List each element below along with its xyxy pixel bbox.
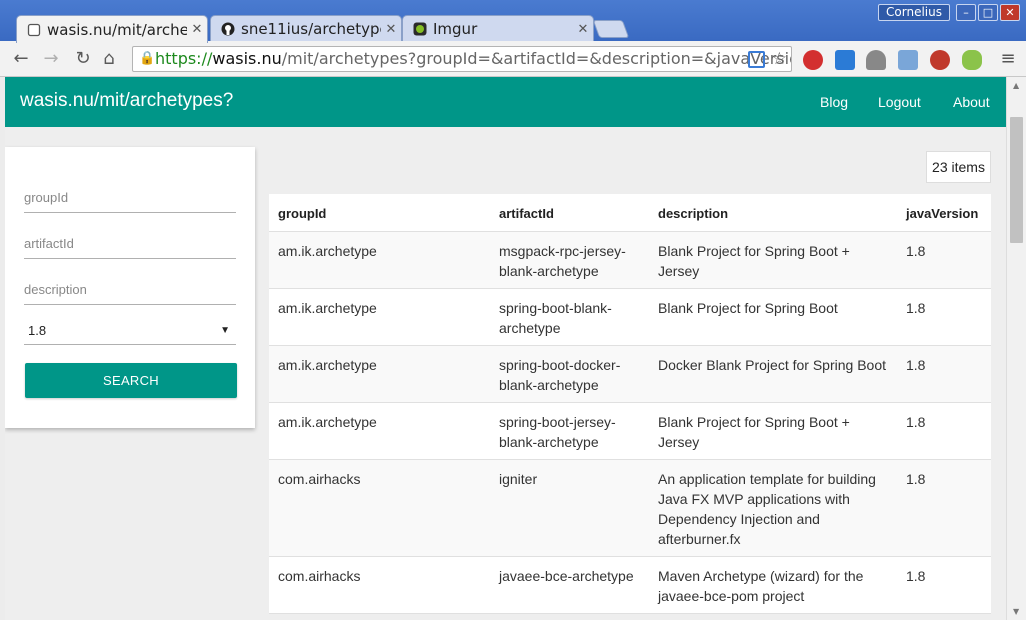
share-icon[interactable]: [748, 51, 765, 68]
table-row[interactable]: am.ik.archetype msgpack-rpc-jersey-blank…: [269, 232, 991, 289]
cell-description: An application template for building Jav…: [658, 471, 876, 547]
results-table: groupId artifactId description javaVersi…: [269, 194, 991, 614]
extension-s-icon[interactable]: [835, 50, 855, 70]
cell-javaversion: 1.8: [906, 414, 926, 430]
table-row[interactable]: com.airhacks javaee-bce-archetype Maven …: [269, 557, 991, 614]
bug-extension-icon[interactable]: [930, 50, 950, 70]
ghostery-icon[interactable]: [866, 50, 886, 70]
cell-groupid: com.airhacks: [278, 568, 361, 584]
artifactid-input[interactable]: artifactId: [24, 235, 236, 259]
javaversion-value: 1.8: [28, 323, 47, 338]
forward-arrow-icon[interactable]: →: [40, 48, 62, 70]
profile-button[interactable]: Cornelius: [878, 4, 950, 21]
tab-title: wasis.nu/mit/archetypes?: [47, 20, 187, 39]
nav-about-link[interactable]: About: [953, 94, 990, 110]
groupid-input[interactable]: groupId: [24, 189, 236, 213]
column-header-description[interactable]: description: [658, 206, 893, 221]
minimize-icon[interactable]: –: [956, 4, 976, 21]
table-row[interactable]: am.ik.archetype spring-boot-jersey-blank…: [269, 403, 991, 460]
nav-logout-link[interactable]: Logout: [878, 94, 921, 110]
table-row[interactable]: am.ik.archetype spring-boot-docker-blank…: [269, 346, 991, 403]
github-icon: [221, 22, 235, 36]
maximize-icon[interactable]: □: [978, 4, 998, 21]
cell-artifactid: javaee-bce-archetype: [499, 568, 634, 584]
cell-artifactid: spring-boot-jersey-blank-archetype: [499, 414, 616, 450]
tab-close-icon[interactable]: ✕: [381, 22, 401, 37]
imgur-icon: [413, 22, 427, 36]
home-icon[interactable]: ⌂: [98, 48, 120, 70]
column-header-javaversion[interactable]: javaVersion: [906, 206, 986, 221]
address-bar[interactable]: 🔒 https://wasis.nu/mit/archetypes?groupI…: [132, 46, 792, 72]
page-icon: [27, 23, 41, 36]
url-host: wasis.nu: [212, 49, 282, 68]
cell-javaversion: 1.8: [906, 568, 926, 584]
screenshot-extension-icon[interactable]: [898, 50, 918, 70]
cell-artifactid: msgpack-rpc-jersey-blank-archetype: [499, 243, 626, 279]
cell-artifactid: spring-boot-blank-archetype: [499, 300, 612, 336]
cell-description: Docker Blank Project for Spring Boot: [658, 357, 886, 373]
cell-javaversion: 1.8: [906, 357, 926, 373]
tab-title: sne11ius/archetypes: [241, 20, 381, 38]
search-form: groupId artifactId description 1.8 ▼ SEA…: [5, 147, 255, 428]
nav-blog-link[interactable]: Blog: [820, 94, 848, 110]
url-path: /mit/archetypes?groupId=&artifactId=&des…: [281, 49, 792, 68]
tab-imgur[interactable]: Imgur ✕: [402, 15, 594, 42]
reload-icon[interactable]: ↻: [72, 48, 94, 70]
browser-toolbar: ← → ↻ ⌂ 🔒 https://wasis.nu/mit/archetype…: [0, 41, 1026, 77]
app-title[interactable]: wasis.nu/mit/archetypes?: [20, 90, 233, 112]
window-controls: Cornelius – □ ✕: [878, 4, 1020, 21]
cell-artifactid: spring-boot-docker-blank-archetype: [499, 357, 621, 393]
app-header: wasis.nu/mit/archetypes? Blog Logout Abo…: [5, 77, 1006, 127]
cell-javaversion: 1.8: [906, 300, 926, 316]
tab-close-icon[interactable]: ✕: [573, 22, 593, 37]
dropdown-caret-icon: ▼: [220, 325, 230, 336]
lock-icon: 🔒: [139, 51, 156, 66]
cell-description: Blank Project for Spring Boot + Jersey: [658, 414, 850, 450]
android-icon[interactable]: [962, 50, 982, 70]
scrollbar-thumb[interactable]: [1010, 117, 1023, 243]
column-header-groupid[interactable]: groupId: [278, 206, 488, 221]
javaversion-select[interactable]: 1.8 ▼: [24, 321, 236, 345]
web-page: wasis.nu/mit/archetypes? Blog Logout Abo…: [5, 77, 1006, 620]
cell-description: Maven Archetype (wizard) for the javaee-…: [658, 568, 864, 604]
cell-groupid: am.ik.archetype: [278, 357, 377, 373]
new-tab-button[interactable]: [592, 20, 630, 38]
table-header: groupId artifactId description javaVersi…: [269, 194, 991, 232]
cell-description: Blank Project for Spring Boot + Jersey: [658, 243, 850, 279]
result-count: 23 items: [926, 151, 991, 183]
tab-title: Imgur: [433, 20, 478, 38]
cell-groupid: com.airhacks: [278, 471, 361, 487]
cell-javaversion: 1.8: [906, 243, 926, 259]
cell-artifactid: igniter: [499, 471, 538, 487]
back-arrow-icon[interactable]: ←: [10, 48, 32, 70]
url-scheme: https://: [155, 49, 213, 68]
page-scrollbar[interactable]: ▲ ▼: [1006, 77, 1026, 620]
column-header-artifactid[interactable]: artifactId: [499, 206, 639, 221]
menu-icon[interactable]: ≡: [1000, 49, 1016, 69]
table-row[interactable]: am.ik.archetype spring-boot-blank-archet…: [269, 289, 991, 346]
tab-github[interactable]: sne11ius/archetypes ✕: [210, 15, 402, 42]
cell-groupid: am.ik.archetype: [278, 414, 377, 430]
search-button[interactable]: SEARCH: [25, 363, 237, 398]
table-row[interactable]: com.airhacks igniter An application temp…: [269, 460, 991, 557]
cell-description: Blank Project for Spring Boot: [658, 300, 838, 316]
description-input[interactable]: description: [24, 281, 236, 305]
tab-close-icon[interactable]: ✕: [187, 22, 207, 37]
ublock-icon[interactable]: [803, 50, 823, 70]
cell-javaversion: 1.8: [906, 471, 926, 487]
cell-groupid: am.ik.archetype: [278, 243, 377, 259]
close-window-icon[interactable]: ✕: [1000, 4, 1020, 21]
scroll-down-icon[interactable]: ▼: [1013, 607, 1019, 616]
scroll-up-icon[interactable]: ▲: [1013, 81, 1019, 90]
cell-groupid: am.ik.archetype: [278, 300, 377, 316]
bookmark-star-icon[interactable]: ☆: [772, 47, 787, 71]
tab-wasis[interactable]: wasis.nu/mit/archetypes? ✕: [16, 15, 208, 43]
